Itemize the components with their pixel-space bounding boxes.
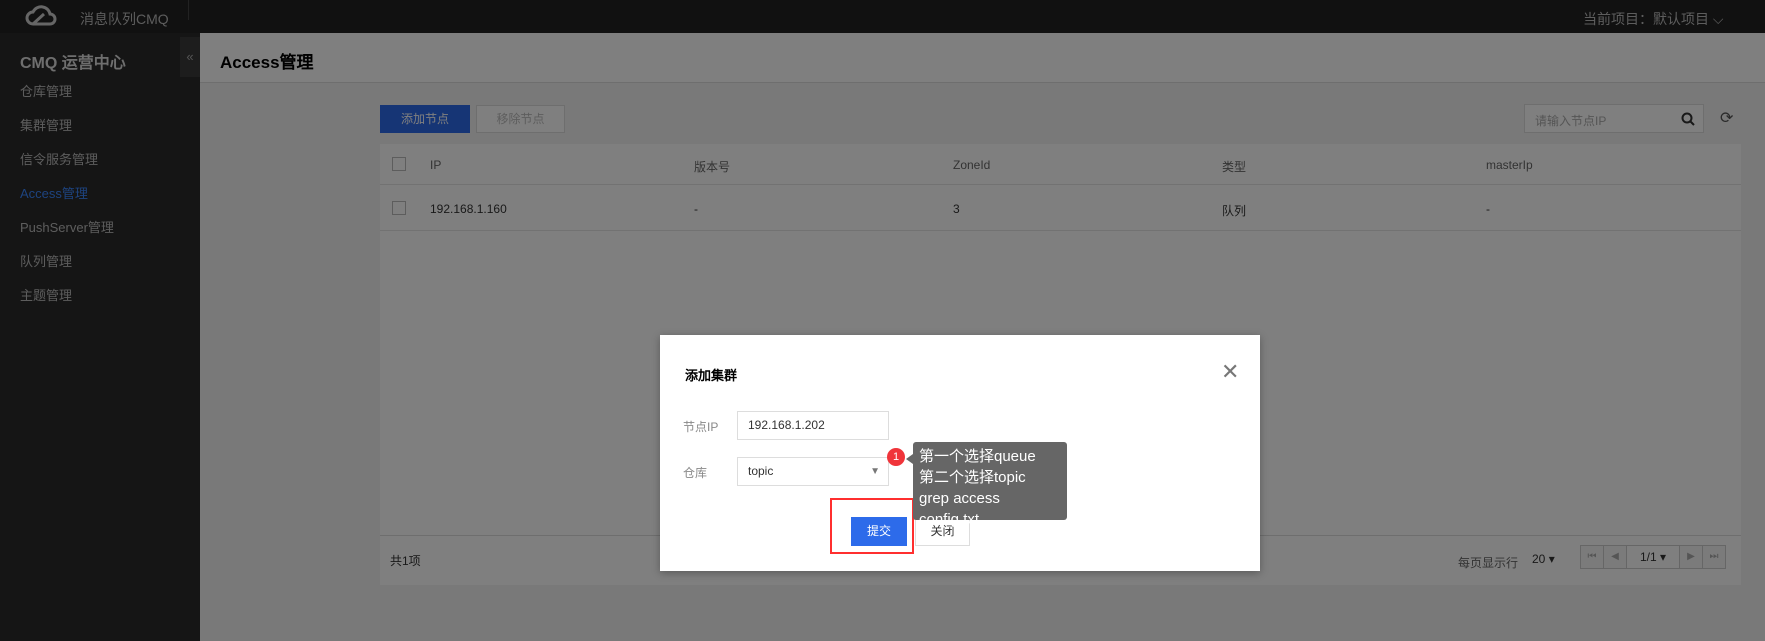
- tooltip-line: grep access config.txt: [919, 490, 1000, 528]
- close-icon[interactable]: ✕: [1221, 361, 1239, 383]
- annotation-badge: 1: [887, 448, 905, 466]
- node-ip-label: 节点IP: [683, 420, 719, 434]
- tooltip-line: 第二个选择topic: [919, 469, 1026, 486]
- dropdown-arrow-icon: ▼: [870, 466, 880, 477]
- tooltip-line: 第一个选择queue: [919, 448, 1036, 465]
- repo-value: topic: [748, 464, 774, 478]
- dialog-title: 添加集群: [685, 368, 738, 383]
- annotation-tooltip: 第一个选择queue 第二个选择topic grep access config…: [906, 442, 1067, 528]
- highlight-box: [830, 498, 914, 554]
- repo-select[interactable]: topic ▼: [737, 457, 889, 486]
- repo-label: 仓库: [683, 466, 708, 480]
- node-ip-input[interactable]: 192.168.1.202: [737, 411, 889, 440]
